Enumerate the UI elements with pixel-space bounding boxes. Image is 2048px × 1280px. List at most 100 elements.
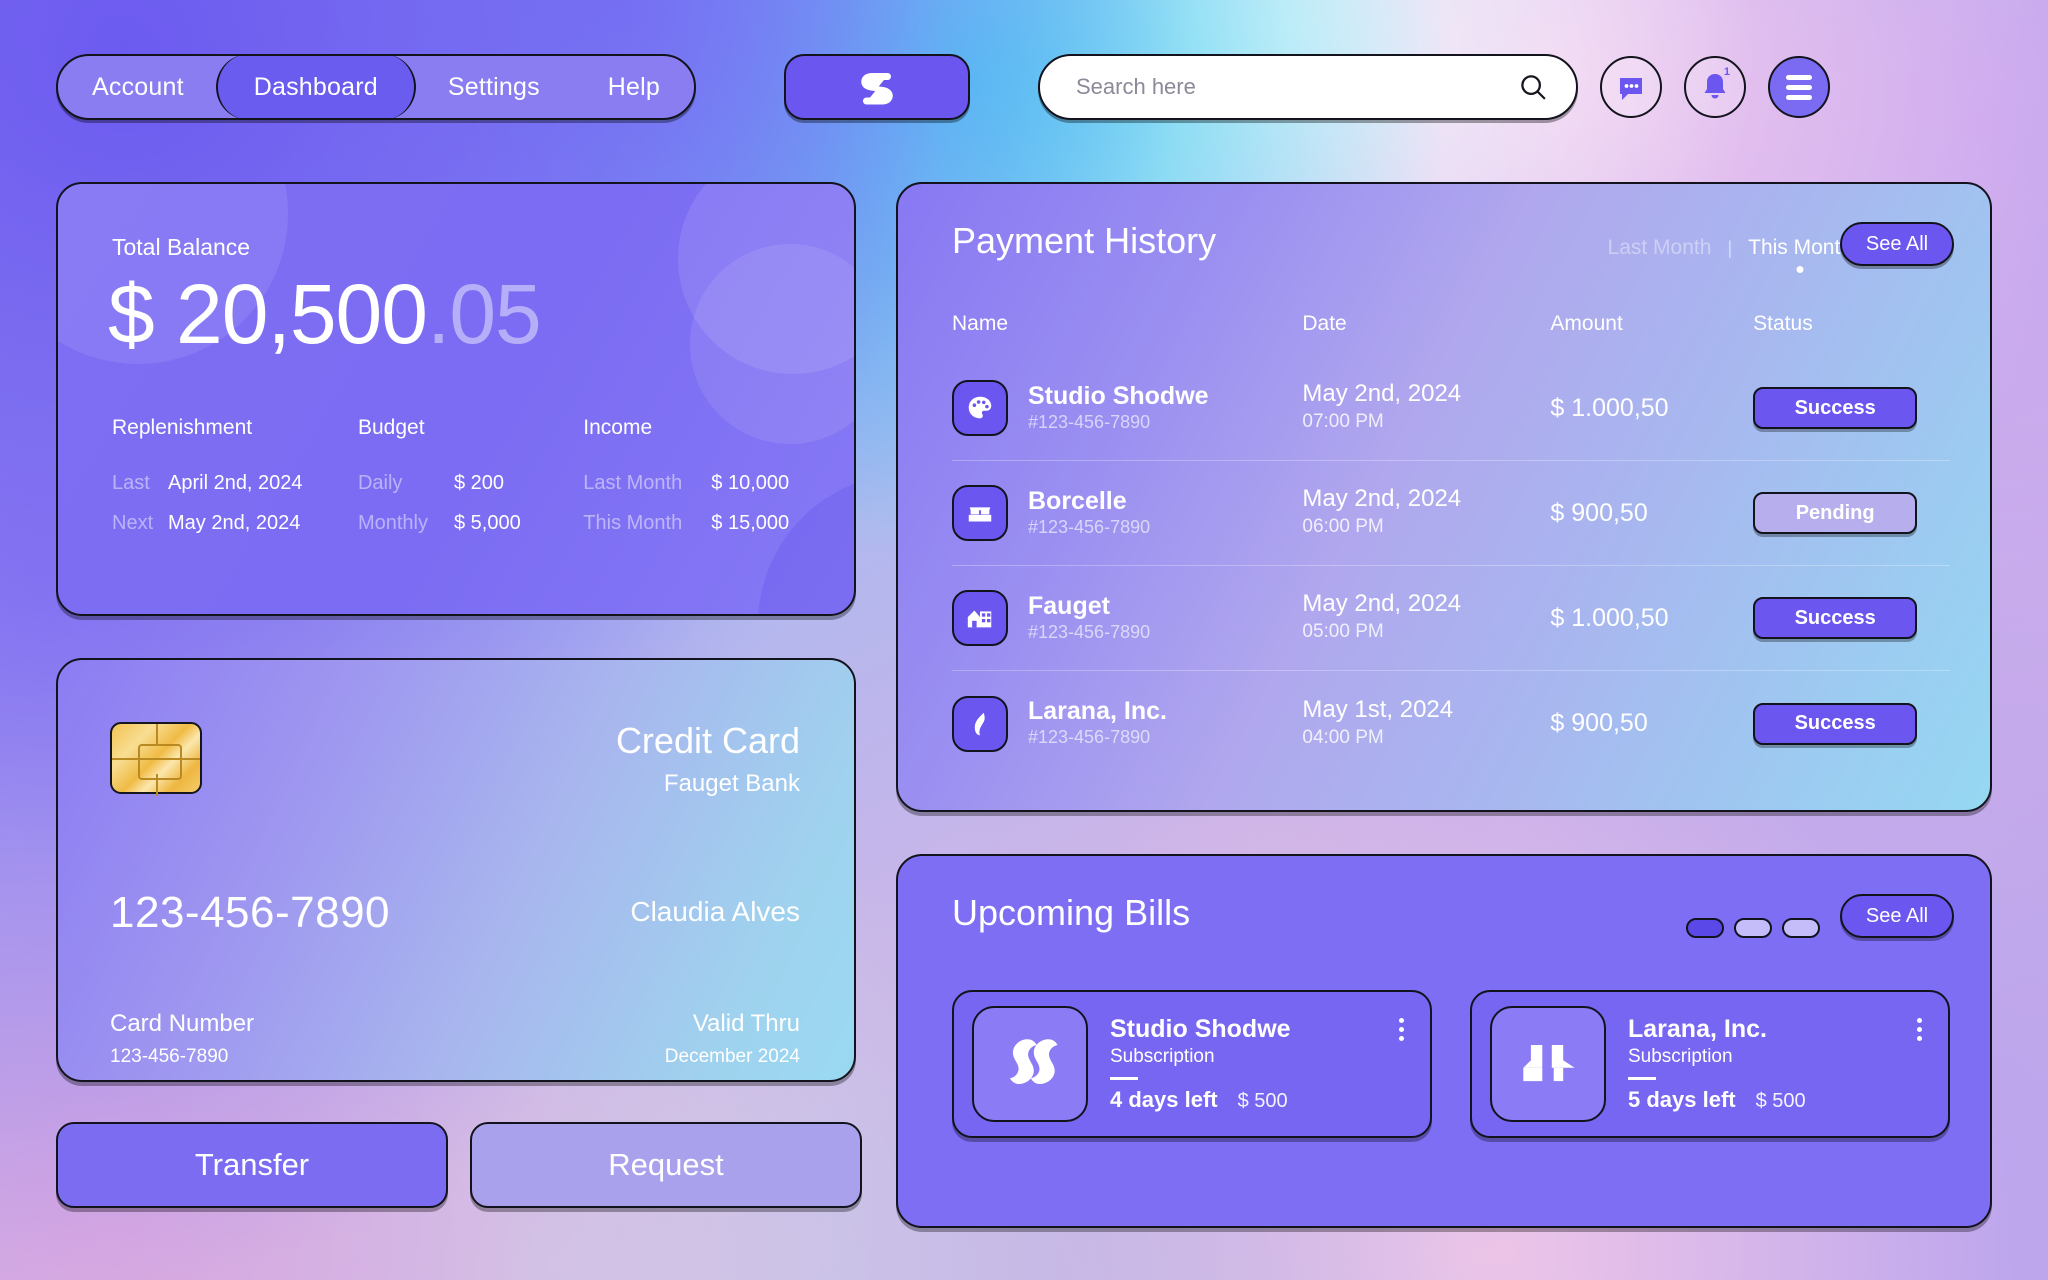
nav-item-help[interactable]: Help xyxy=(574,56,694,118)
dashboard-root: Account Dashboard Settings Help Search h… xyxy=(0,0,2048,1280)
balance-main: $ 20,500 xyxy=(108,267,428,361)
double-s-logo-icon xyxy=(972,1006,1088,1122)
merchant-name: Larana, Inc. xyxy=(1028,697,1167,726)
payment-date: May 2nd, 2024 xyxy=(1302,590,1462,618)
total-balance-card: Total Balance $ 20,500.05 Replenishment … xyxy=(56,182,856,616)
row-name-cell: Borcelle #123-456-7890 xyxy=(952,485,1302,541)
kebab-menu-icon[interactable] xyxy=(1399,1018,1404,1041)
bill-card[interactable]: Studio Shodwe Subscription 4 days left $… xyxy=(952,990,1432,1138)
pagination-dot-1[interactable] xyxy=(1686,918,1724,938)
payment-time: 05:00 PM xyxy=(1302,621,1384,643)
payment-history-column-headers: Name Date Amount Status xyxy=(952,312,1950,336)
card-number-value: 123-456-7890 xyxy=(110,1046,229,1067)
upcoming-bills-see-all-button[interactable]: See All xyxy=(1840,894,1954,938)
table-row[interactable]: Fauget #123-456-7890 May 2nd, 2024 05:00… xyxy=(952,566,1950,671)
see-all-label: See All xyxy=(1865,232,1929,255)
payment-history-filters: Last Month | This Month xyxy=(1608,236,1852,260)
filter-last-month[interactable]: Last Month xyxy=(1608,236,1712,260)
pagination-dot-2[interactable] xyxy=(1734,918,1772,938)
column-title: Income xyxy=(583,416,653,439)
status-badge[interactable]: Success xyxy=(1753,387,1918,429)
emv-chip-icon xyxy=(110,722,202,796)
table-row[interactable]: Larana, Inc. #123-456-7890 May 1st, 2024… xyxy=(952,671,1950,776)
s-monogram-logo-icon xyxy=(861,73,893,105)
merchant-ref: #123-456-7890 xyxy=(1028,411,1151,432)
bill-amount: $ 500 xyxy=(1237,1090,1288,1112)
payment-history-see-all-button[interactable]: See All xyxy=(1840,222,1954,266)
detail-value: $ 10,000 xyxy=(711,472,790,494)
bill-name: Studio Shodwe xyxy=(1110,1015,1291,1043)
search-input[interactable] xyxy=(1076,74,1518,100)
income-column: Income Last Month $ 10,000 This Month $ … xyxy=(583,416,818,552)
detail-value: $ 200 xyxy=(453,472,505,494)
bill-type: Subscription xyxy=(1110,1046,1215,1067)
valid-thru-label: Valid Thru xyxy=(692,1010,800,1037)
request-label: Request xyxy=(608,1147,724,1182)
bill-bottom-row: 4 days left $ 500 xyxy=(1110,1087,1291,1113)
nav-label: Help xyxy=(607,72,660,101)
total-balance-amount: $ 20,500.05 xyxy=(108,266,542,363)
column-header-amount: Amount xyxy=(1550,312,1623,335)
request-button[interactable]: Request xyxy=(470,1122,862,1208)
row-status-cell: Success xyxy=(1753,387,1950,429)
balance-detail-columns: Replenishment Last April 2nd, 2024 Next … xyxy=(112,416,818,552)
detail-value: May 2nd, 2024 xyxy=(168,512,301,534)
credit-card-type: Credit Card xyxy=(615,720,800,761)
detail-key: Last xyxy=(112,472,150,494)
detail-value: $ 5,000 xyxy=(453,512,521,534)
palette-icon xyxy=(952,380,1008,436)
detail-key: Next xyxy=(112,512,154,534)
search-icon[interactable] xyxy=(1518,72,1548,102)
row-date-cell: May 2nd, 2024 07:00 PM xyxy=(1302,380,1550,435)
bill-bottom-row: 5 days left $ 500 xyxy=(1628,1087,1806,1113)
detail-row: This Month $ 15,000 xyxy=(583,512,818,535)
hamburger-menu-icon xyxy=(1786,74,1812,100)
filter-this-month[interactable]: This Month xyxy=(1748,236,1852,260)
payment-date: May 2nd, 2024 xyxy=(1302,485,1462,513)
notifications-button[interactable]: 1 xyxy=(1684,56,1746,118)
status-badge[interactable]: Success xyxy=(1753,597,1918,639)
table-row[interactable]: Borcelle #123-456-7890 May 2nd, 2024 06:… xyxy=(952,461,1950,566)
status-badge[interactable]: Success xyxy=(1753,702,1918,745)
pagination-dot-3[interactable] xyxy=(1782,918,1820,938)
payment-history-rows: Studio Shodwe #123-456-7890 May 2nd, 202… xyxy=(952,356,1950,776)
payment-amount: $ 900,50 xyxy=(1550,498,1648,527)
nav-item-dashboard[interactable]: Dashboard xyxy=(215,56,416,118)
merchant-name: Studio Shodwe xyxy=(1028,381,1209,410)
detail-row: Daily $ 200 xyxy=(358,472,583,495)
top-bar: Account Dashboard Settings Help Search h… xyxy=(56,54,1992,120)
status-label: Pending xyxy=(1795,501,1875,524)
messages-button[interactable] xyxy=(1600,56,1662,118)
payment-history-title: Payment History xyxy=(952,220,1217,261)
status-label: Success xyxy=(1794,606,1876,629)
payment-amount: $ 1.000,50 xyxy=(1550,393,1669,422)
bill-card[interactable]: Larana, Inc. Subscription 5 days left $ … xyxy=(1470,990,1950,1138)
brand-logo-button[interactable] xyxy=(784,54,970,120)
kebab-menu-icon[interactable] xyxy=(1917,1018,1922,1041)
nav-label: Account xyxy=(92,72,184,101)
balance-cents: .05 xyxy=(426,267,542,361)
nav-item-account[interactable]: Account xyxy=(58,56,218,118)
menu-button[interactable] xyxy=(1768,56,1830,118)
transfer-button[interactable]: Transfer xyxy=(56,1122,448,1208)
payment-date: May 2nd, 2024 xyxy=(1302,380,1462,408)
larana-blocks-logo-icon xyxy=(1490,1006,1606,1122)
payment-amount: $ 900,50 xyxy=(1550,709,1648,737)
credit-card-bank: Fauget Bank xyxy=(663,770,800,797)
table-row[interactable]: Studio Shodwe #123-456-7890 May 2nd, 202… xyxy=(952,356,1950,461)
detail-key: Last Month xyxy=(583,472,683,494)
merchant-ref: #123-456-7890 xyxy=(1028,727,1151,748)
column-header-date: Date xyxy=(1302,312,1347,335)
row-status-cell: Pending xyxy=(1753,492,1950,534)
search-box[interactable] xyxy=(1038,54,1578,120)
house-building-icon xyxy=(952,590,1008,646)
nav-item-settings[interactable]: Settings xyxy=(414,56,574,118)
credit-card[interactable]: Credit Card Fauget Bank 123-456-7890 Cla… xyxy=(56,658,856,1082)
transfer-label: Transfer xyxy=(194,1147,310,1182)
status-badge[interactable]: Pending xyxy=(1753,492,1918,534)
row-date-cell: May 1st, 2024 04:00 PM xyxy=(1302,696,1550,751)
payment-time: 07:00 PM xyxy=(1302,411,1384,433)
merchant-ref: #123-456-7890 xyxy=(1028,516,1151,537)
merchant-ref: #123-456-7890 xyxy=(1028,621,1151,642)
credit-card-number-display: 123-456-7890 xyxy=(110,888,391,937)
